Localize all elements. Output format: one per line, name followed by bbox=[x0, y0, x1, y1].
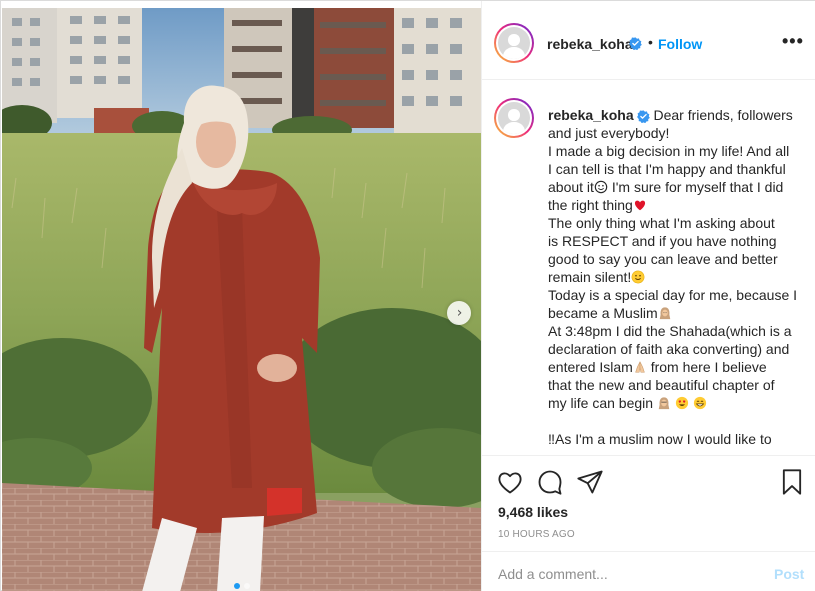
follow-button[interactable]: Follow bbox=[658, 36, 702, 52]
post-side-panel: rebeka_koha • Follow ••• rebeka_koha Dea… bbox=[481, 1, 815, 591]
caption-text: became a Muslim bbox=[548, 305, 658, 321]
post-photo[interactable]: › bbox=[2, 8, 481, 591]
bookmark-icon[interactable] bbox=[778, 468, 806, 496]
caption-area: rebeka_koha Dear friends, followers and … bbox=[482, 81, 815, 455]
caption-text: about it bbox=[548, 179, 594, 195]
woman-with-headscarf-icon bbox=[659, 307, 670, 320]
caption-text: Dear friends, followers bbox=[649, 107, 793, 123]
default-avatar-icon bbox=[498, 27, 530, 59]
comment-icon[interactable] bbox=[536, 468, 564, 496]
caption-line: became a Muslim bbox=[548, 304, 810, 322]
post-caption: rebeka_koha Dear friends, followers and … bbox=[548, 106, 810, 448]
chevron-right-icon: › bbox=[456, 305, 463, 321]
smiling-face-icon bbox=[594, 180, 608, 194]
caption-line: good to say you can leave and better bbox=[548, 251, 778, 267]
caption-line: is RESPECT and if you have nothing bbox=[548, 233, 777, 249]
header-username[interactable]: rebeka_koha bbox=[547, 36, 633, 52]
post-actions: 9,468 likes 10 HOURS AGO bbox=[482, 455, 815, 551]
caption-line: entered Islam from here I believe bbox=[548, 358, 810, 376]
header-separator: • bbox=[648, 34, 653, 50]
caption-line: ‼As I'm a muslim now I would like to bbox=[548, 431, 772, 447]
likes-count[interactable]: 9,468 likes bbox=[498, 504, 568, 520]
caption-text: my life can begin bbox=[548, 395, 654, 411]
caption-line: about it I'm sure for myself that I did bbox=[548, 178, 810, 196]
default-avatar-icon bbox=[498, 102, 530, 134]
caption-line: remain silent! bbox=[548, 268, 810, 286]
red-heart-icon bbox=[634, 200, 645, 211]
caption-line bbox=[548, 412, 810, 430]
caption-text: remain silent! bbox=[548, 269, 632, 285]
caption-line: At 3:48pm I did the Shahada(which is a bbox=[548, 323, 792, 339]
woman-with-headscarf-icon bbox=[658, 397, 670, 410]
verified-badge-icon bbox=[636, 110, 650, 123]
caption-text: entered Islam bbox=[548, 359, 633, 375]
caption-avatar[interactable] bbox=[494, 98, 534, 138]
caption-line: the right thing bbox=[548, 196, 810, 214]
heart-eyes-face-icon bbox=[675, 396, 688, 410]
post-photo-image bbox=[2, 8, 481, 591]
caption-line: The only thing what I'm asking about bbox=[548, 215, 775, 231]
caption-text: the right thing bbox=[548, 197, 633, 213]
caption-line: and just everybody! bbox=[548, 125, 670, 141]
verified-badge-icon bbox=[629, 37, 642, 50]
caption-line: my life can begin bbox=[548, 394, 810, 412]
post-comment-button[interactable]: Post bbox=[774, 566, 804, 582]
caption-line: I can tell is that I'm happy and thankfu… bbox=[548, 161, 786, 177]
caption-username[interactable]: rebeka_koha bbox=[548, 107, 634, 123]
caption-line: declaration of faith aka converting) and bbox=[548, 341, 790, 357]
caption-line: Today is a special day for me, because I bbox=[548, 287, 798, 303]
next-photo-button[interactable]: › bbox=[447, 301, 471, 325]
slightly-smiling-face-icon bbox=[631, 270, 645, 284]
caption-line: I made a big decision in my life! And al… bbox=[548, 143, 790, 159]
post-header: rebeka_koha • Follow ••• bbox=[482, 1, 815, 80]
paper-plane-icon[interactable] bbox=[576, 468, 604, 496]
post-timestamp[interactable]: 10 HOURS AGO bbox=[498, 529, 575, 540]
grinning-face-icon bbox=[693, 396, 706, 410]
carousel-indicator bbox=[2, 583, 481, 589]
carousel-dot bbox=[243, 583, 250, 589]
heart-icon[interactable] bbox=[496, 468, 524, 496]
caption-text: from here I believe bbox=[646, 359, 767, 375]
more-options-button[interactable]: ••• bbox=[782, 31, 804, 52]
caption-line: rebeka_koha Dear friends, followers bbox=[548, 106, 810, 124]
carousel-dot bbox=[233, 583, 240, 589]
avatar[interactable] bbox=[494, 23, 534, 63]
comment-input[interactable] bbox=[498, 564, 758, 584]
caption-text: I'm sure for myself that I did bbox=[607, 179, 784, 195]
comment-bar: Post bbox=[482, 551, 815, 591]
folded-hands-icon bbox=[635, 361, 645, 373]
caption-line: that the new and beautiful chapter of bbox=[548, 377, 775, 393]
instagram-post: › rebeka_koha • Follow ••• rebeka_koha D… bbox=[0, 0, 815, 591]
